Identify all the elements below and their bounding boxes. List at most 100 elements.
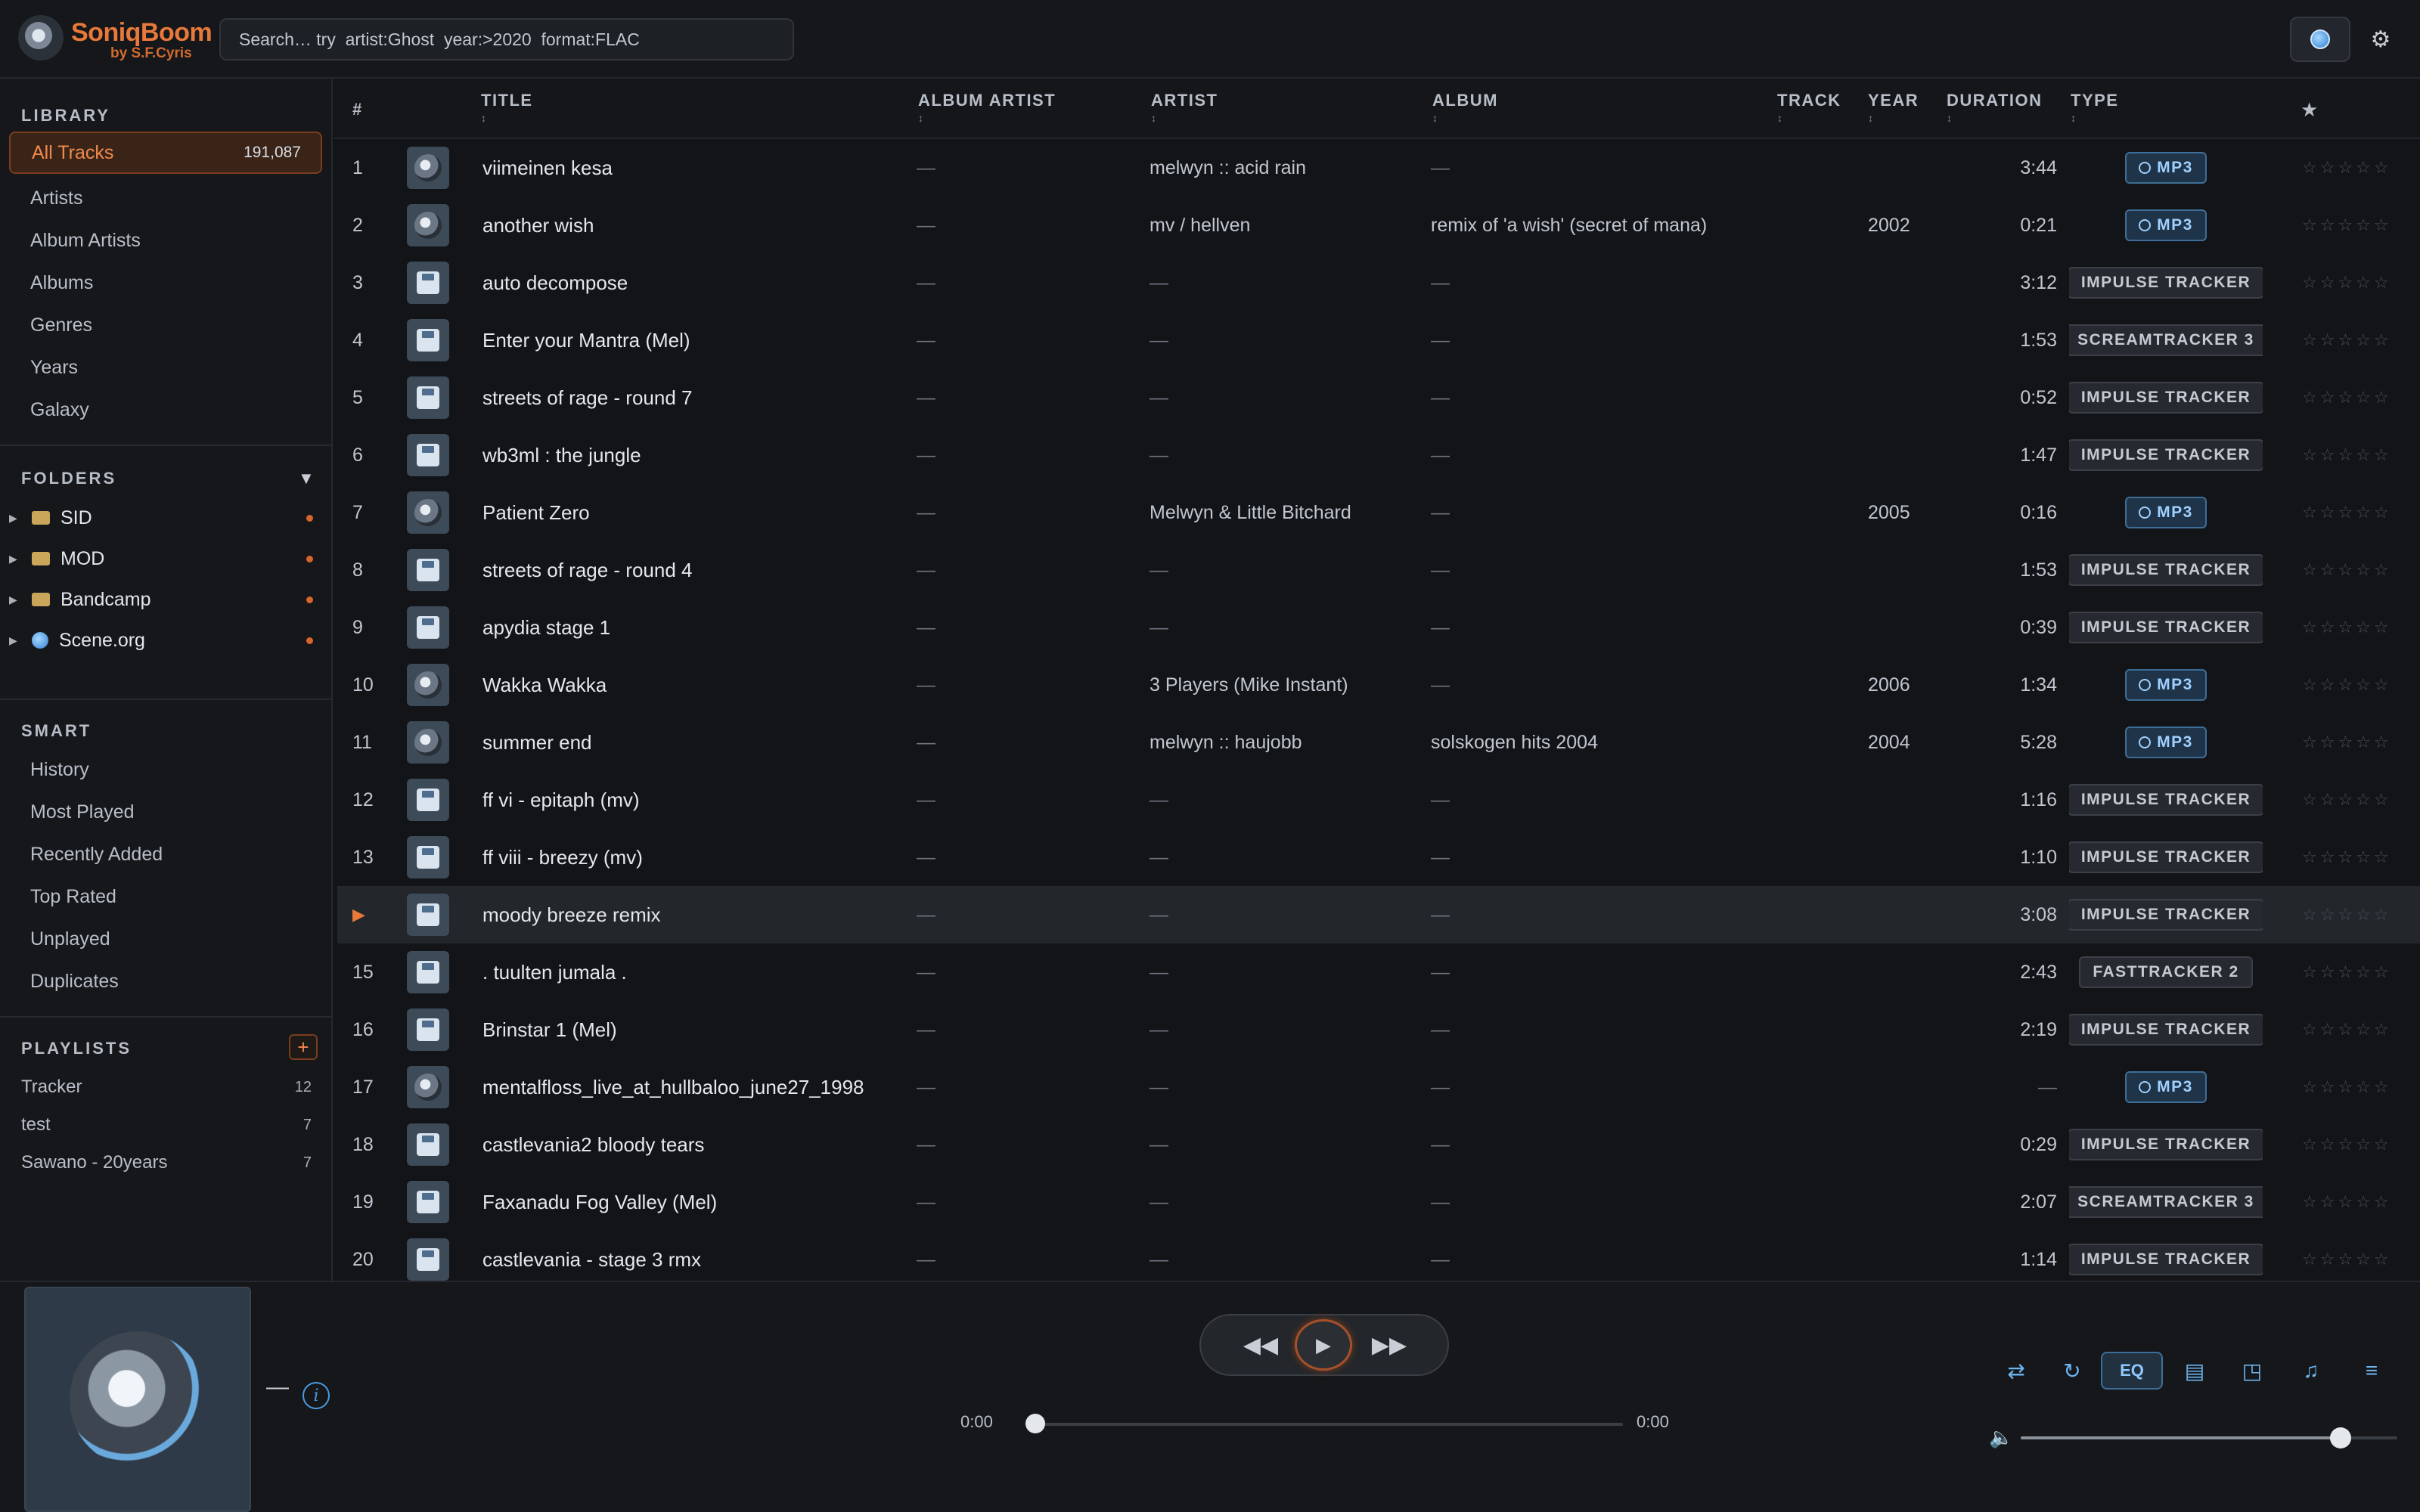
sidebar-item-most-played[interactable]: Most Played — [9, 791, 322, 833]
folders-collapse-toggle[interactable]: ▼ — [298, 469, 315, 488]
sidebar-item-unplayed[interactable]: Unplayed — [9, 918, 322, 960]
column-header-year[interactable]: YEAR ↕ — [1868, 91, 1919, 124]
settings-button[interactable]: ⚙ — [2360, 17, 2402, 62]
rating-stars[interactable]: ☆☆☆☆☆ — [2302, 1001, 2415, 1058]
sidebar-item-genres[interactable]: Genres — [9, 304, 322, 346]
column-header-number[interactable]: # — [352, 100, 363, 119]
playlist-item-sawano[interactable]: Sawano - 20years 7 — [21, 1145, 315, 1181]
expand-caret-icon[interactable]: ▶ — [9, 593, 24, 606]
folder-item-bandcamp[interactable]: ▶ Bandcamp — [9, 581, 322, 618]
previous-button[interactable]: ◀◀ — [1234, 1315, 1287, 1374]
seek-bar[interactable] — [1033, 1423, 1623, 1426]
column-header-duration[interactable]: DURATION ↕ — [1947, 91, 2042, 124]
sidebar-item-history[interactable]: History — [9, 748, 322, 791]
album-art[interactable] — [24, 1287, 251, 1512]
table-row[interactable]: 19 Faxanadu Fog Valley (Mel) — — — 2:07 SCREAM… — [337, 1173, 2420, 1231]
table-row[interactable]: 9 apydia stage 1 — — — 0:39 IMPULSE TRACKER ☆☆☆… — [337, 599, 2420, 656]
rating-stars[interactable]: ☆☆☆☆☆ — [2302, 197, 2415, 254]
column-header-album[interactable]: ALBUM ↕ — [1432, 91, 1498, 124]
table-row[interactable]: 13 ff viii - breezy (mv) — — — 1:10 IMPULSE TR… — [337, 829, 2420, 886]
column-header-artist[interactable]: ARTIST ↕ — [1151, 91, 1218, 124]
sidebar-item-top-rated[interactable]: Top Rated — [9, 875, 322, 918]
rating-stars[interactable]: ☆☆☆☆☆ — [2302, 369, 2415, 426]
search-input[interactable] — [219, 18, 794, 60]
table-row[interactable]: 17 mentalfloss_live_at_hullbaloo_june27_1… — [337, 1058, 2420, 1116]
rating-stars[interactable]: ☆☆☆☆☆ — [2302, 943, 2415, 1001]
sidebar-item-album-artists[interactable]: Album Artists — [9, 219, 322, 262]
rating-stars[interactable]: ☆☆☆☆☆ — [2302, 484, 2415, 541]
sidebar-item-all-tracks[interactable]: All Tracks 191,087 — [9, 132, 322, 174]
rating-stars[interactable]: ☆☆☆☆☆ — [2302, 426, 2415, 484]
visualizer-button[interactable]: ♫ — [2290, 1352, 2332, 1390]
sidebar-item-albums[interactable]: Albums — [9, 262, 322, 304]
table-row[interactable]: 10 Wakka Wakka — 3 Players (Mike Instant) — 2… — [337, 656, 2420, 714]
rating-stars[interactable]: ☆☆☆☆☆ — [2302, 771, 2415, 829]
folder-item-sid[interactable]: ▶ SID — [9, 499, 322, 537]
play-button[interactable]: ▶ — [1295, 1319, 1352, 1371]
rating-stars[interactable]: ☆☆☆☆☆ — [2302, 886, 2415, 943]
table-row[interactable]: 1 viimeinen kesa — melwyn :: acid rain — 3:44… — [337, 139, 2420, 197]
playlist-item-tracker[interactable]: Tracker 12 — [21, 1069, 315, 1105]
folder-item-scene-org[interactable]: ▶ Scene.org — [9, 621, 322, 659]
rating-stars[interactable]: ☆☆☆☆☆ — [2302, 829, 2415, 886]
rating-stars[interactable]: ☆☆☆☆☆ — [2302, 541, 2415, 599]
repeat-button[interactable]: ↻ — [2051, 1352, 2093, 1390]
rating-stars[interactable]: ☆☆☆☆☆ — [2302, 139, 2415, 197]
speaker-icon — [414, 1074, 442, 1101]
equalizer-button[interactable]: EQ — [2101, 1352, 2163, 1390]
rating-stars[interactable]: ☆☆☆☆☆ — [2302, 1231, 2415, 1281]
table-row[interactable]: 4 Enter your Mantra (Mel) — — — 1:53 SCREAMTRA… — [337, 311, 2420, 369]
playlist-count: 7 — [302, 1154, 312, 1171]
sidebar-item-galaxy[interactable]: Galaxy — [9, 389, 322, 431]
table-row[interactable]: 7 Patient Zero — Melwyn & Little Bitchard — 2… — [337, 484, 2420, 541]
table-row[interactable]: 20 castlevania - stage 3 rmx — — — 1:14 IMPULS… — [337, 1231, 2420, 1281]
sidebar-item-duplicates[interactable]: Duplicates — [9, 960, 322, 1002]
lyrics-button[interactable]: ▤ — [2173, 1352, 2216, 1390]
cast-button[interactable]: ◳ — [2231, 1352, 2273, 1390]
table-row[interactable]: 6 wb3ml : the jungle — — — 1:47 IMPULSE TRACKE… — [337, 426, 2420, 484]
folder-item-mod[interactable]: ▶ MOD — [9, 540, 322, 578]
rating-stars[interactable]: ☆☆☆☆☆ — [2302, 1173, 2415, 1231]
column-header-album-artist[interactable]: ALBUM ARTIST ↕ — [918, 91, 1056, 124]
sidebar-item-recently-added[interactable]: Recently Added — [9, 833, 322, 875]
column-header-type[interactable]: TYPE ↕ — [2071, 91, 2118, 124]
table-row[interactable]: 18 castlevania2 bloody tears — — — 0:29 IMPULS… — [337, 1116, 2420, 1173]
column-header-title[interactable]: TITLE ↕ — [481, 91, 533, 124]
column-header-rating[interactable]: ★ — [2301, 98, 2319, 122]
rating-stars[interactable]: ☆☆☆☆☆ — [2302, 599, 2415, 656]
table-row[interactable]: ▶ moody breeze remix — — — 3:08 IMPULSE TRACKE… — [337, 886, 2420, 943]
expand-caret-icon[interactable]: ▶ — [9, 553, 24, 565]
table-row[interactable]: 16 Brinstar 1 (Mel) — — — 2:19 IMPULSE TRACKER… — [337, 1001, 2420, 1058]
table-row[interactable]: 3 auto decompose — — — 3:12 IMPULSE TRACKER ☆☆☆… — [337, 254, 2420, 311]
playlist-item-test[interactable]: test 7 — [21, 1107, 315, 1143]
rating-stars[interactable]: ☆☆☆☆☆ — [2302, 311, 2415, 369]
track-thumbnail — [407, 541, 452, 599]
table-row[interactable]: 5 streets of rage - round 7 — — — 0:52 IMPULSE… — [337, 369, 2420, 426]
rating-stars[interactable]: ☆☆☆☆☆ — [2302, 254, 2415, 311]
seek-handle[interactable] — [1025, 1414, 1045, 1433]
table-row[interactable]: 8 streets of rage - round 4 — — — 1:53 IMPULSE… — [337, 541, 2420, 599]
track-title: Wakka Wakka — [482, 673, 607, 696]
expand-caret-icon[interactable]: ▶ — [9, 512, 24, 525]
column-header-track[interactable]: TRACK ↕ — [1777, 91, 1841, 124]
add-playlist-button[interactable]: + — [289, 1034, 318, 1060]
shuffle-button[interactable]: ⇄ — [1995, 1352, 2037, 1390]
queue-button[interactable]: ≡ — [2350, 1352, 2393, 1390]
rating-stars[interactable]: ☆☆☆☆☆ — [2302, 714, 2415, 771]
rating-stars[interactable]: ☆☆☆☆☆ — [2302, 1116, 2415, 1173]
sidebar-item-years[interactable]: Years — [9, 346, 322, 389]
table-row[interactable]: 11 summer end — melwyn :: haujobb solskogen … — [337, 714, 2420, 771]
table-row[interactable]: 15 . tuulten jumala . — — — 2:43 FASTTRACKER 2… — [337, 943, 2420, 1001]
next-button[interactable]: ▶▶ — [1363, 1315, 1416, 1374]
sidebar-item-artists[interactable]: Artists — [9, 177, 322, 219]
track-number-cell — [1780, 1231, 1856, 1281]
rating-stars[interactable]: ☆☆☆☆☆ — [2302, 656, 2415, 714]
table-row[interactable]: 2 another wish — mv / hellven remix of 'a wi… — [337, 197, 2420, 254]
expand-caret-icon[interactable]: ▶ — [9, 634, 24, 647]
rating-stars[interactable]: ☆☆☆☆☆ — [2302, 1058, 2415, 1116]
globe-button[interactable] — [2290, 17, 2350, 62]
track-title: another wish — [482, 213, 594, 237]
volume-icon[interactable]: 🔈 — [1989, 1426, 2013, 1449]
table-row[interactable]: 12 ff vi - epitaph (mv) — — — 1:16 IMPULSE TRA… — [337, 771, 2420, 829]
track-info-button[interactable]: i — [302, 1382, 330, 1409]
